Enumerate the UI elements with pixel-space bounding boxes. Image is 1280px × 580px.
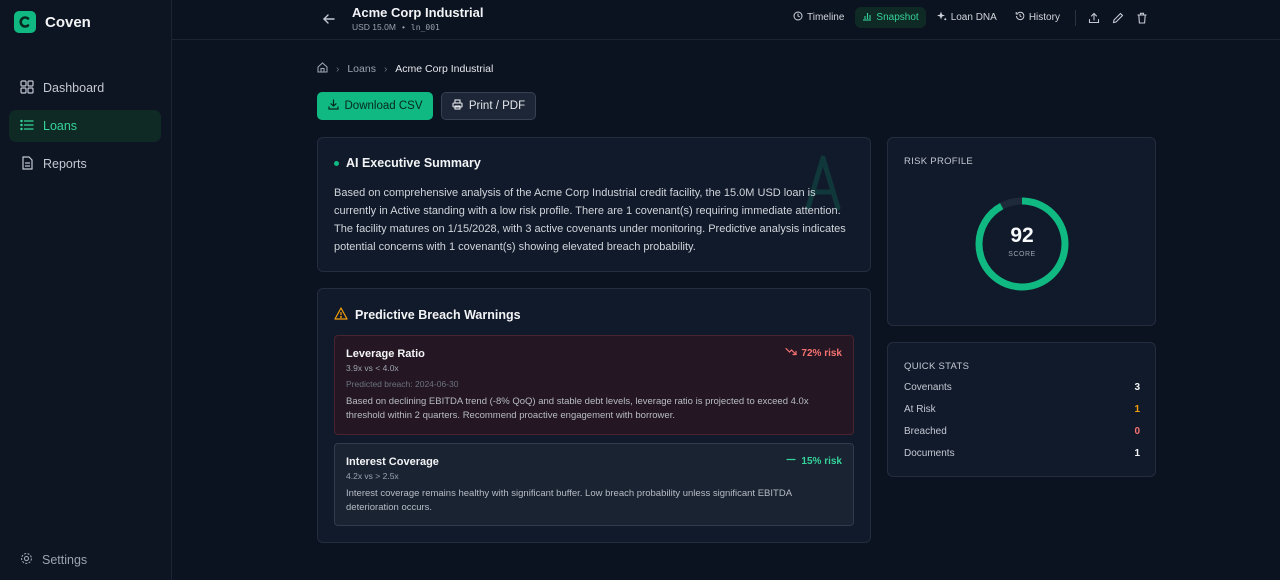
sidebar-item-label: Dashboard (43, 81, 105, 95)
sidebar-item-reports[interactable]: Reports (9, 148, 161, 180)
tab-snapshot[interactable]: Snapshot (855, 7, 926, 28)
status-dot-icon (334, 160, 339, 166)
risk-profile-label: RISK PROFILE (904, 156, 974, 167)
risk-percent: 15% risk (801, 455, 842, 467)
breach-warnings-card: Predictive Breach Warnings Leverage Rati… (317, 288, 871, 543)
sidebar-item-label: Reports (43, 157, 87, 171)
quick-stats-label: QUICK STATS (904, 361, 970, 372)
edit-icon[interactable] (1108, 8, 1128, 28)
minus-icon (785, 455, 797, 467)
tab-timeline[interactable]: Timeline (786, 7, 851, 28)
risk-badge: 15% risk (785, 455, 842, 467)
risk-percent: 72% risk (801, 347, 842, 359)
printer-icon (452, 99, 463, 113)
summary-text: Based on comprehensive analysis of the A… (334, 187, 846, 253)
brand[interactable]: Coven (14, 11, 91, 33)
risk-badge: 72% risk (785, 347, 842, 359)
download-csv-label: Download CSV (344, 100, 423, 112)
stat-label: At Risk (904, 404, 936, 415)
stat-label: Documents (904, 448, 955, 459)
covenant-name: Leverage Ratio (346, 348, 425, 360)
loan-amount: USD 15.0M (352, 22, 396, 32)
settings-label: Settings (42, 553, 88, 567)
risk-score-value: 92 (1010, 224, 1034, 247)
warning-description: Interest coverage remains healthy with s… (346, 488, 792, 513)
chevron-right-icon: › (383, 63, 388, 75)
stat-value: 3 (1134, 382, 1140, 393)
warning-description: Based on declining EBITDA trend (-8% QoQ… (346, 396, 809, 421)
tab-label: Timeline (807, 12, 845, 23)
sidebar-item-loans[interactable]: Loans (9, 110, 161, 142)
stat-value: 0 (1134, 426, 1140, 437)
ai-summary-card: AI Executive Summary Based on comprehens… (317, 137, 871, 272)
loan-meta: USD 15.0M • ln_001 (352, 22, 440, 32)
settings-link[interactable]: Settings (20, 552, 87, 568)
home-icon[interactable] (317, 62, 328, 76)
covenant-ratio: 3.9x vs < 4.0x (346, 363, 399, 373)
breadcrumb-loans[interactable]: Loans (347, 63, 376, 75)
tab-label: Snapshot (876, 12, 919, 23)
chevron-right-icon: › (336, 63, 340, 75)
toolbar-divider (1074, 9, 1076, 26)
stat-row-covenants: Covenants 3 (904, 382, 1140, 393)
stat-label: Covenants (904, 382, 952, 393)
sidebar-nav: Dashboard Loans Reports (9, 72, 161, 186)
summary-heading: AI Executive Summary (334, 156, 481, 170)
stat-row-breached: Breached 0 (904, 426, 1140, 437)
stat-row-at-risk: At Risk 1 (904, 404, 1140, 415)
warning-item-leverage-ratio[interactable]: Leverage Ratio 3.9x vs < 4.0x Predicted … (334, 335, 854, 435)
back-arrow-icon[interactable] (320, 10, 338, 28)
summary-title: AI Executive Summary (346, 156, 481, 170)
stat-value: 1 (1134, 448, 1140, 459)
sidebar: Coven Dashboard Loans Reports Settings (0, 0, 172, 580)
print-pdf-label: Print / PDF (468, 100, 526, 112)
trending-down-icon (785, 347, 798, 359)
coven-logo-icon (14, 11, 36, 33)
view-tabs: Timeline Snapshot Loan DNA History (786, 7, 1152, 28)
gear-icon (20, 552, 33, 568)
top-header: Acme Corp Industrial USD 15.0M • ln_001 … (172, 0, 1280, 40)
risk-profile-card: RISK PROFILE 92 SCORE (887, 137, 1156, 326)
tab-history[interactable]: History (1008, 7, 1067, 28)
tab-label: Loan DNA (950, 12, 997, 23)
stat-label: Breached (904, 426, 947, 437)
covenant-name: Interest Coverage (346, 456, 439, 468)
page-title: Acme Corp Industrial (352, 5, 484, 20)
grid-icon (20, 79, 34, 97)
warning-item-interest-coverage[interactable]: Interest Coverage 4.2x vs > 2.5x Interes… (334, 443, 854, 526)
meta-separator: • (401, 22, 405, 32)
trash-icon[interactable] (1132, 8, 1152, 28)
tab-loan-dna[interactable]: Loan DNA (930, 7, 1004, 28)
breadcrumb-current: Acme Corp Industrial (395, 63, 494, 75)
clock-icon (793, 11, 803, 24)
bar-chart-icon (862, 11, 872, 24)
risk-score-label: SCORE (1008, 251, 1036, 258)
app: Coven Dashboard Loans Reports Settings A… (0, 0, 1280, 580)
breadcrumb: › Loans › Acme Corp Industrial (317, 62, 493, 76)
stat-value: 1 (1134, 404, 1140, 415)
file-icon (20, 155, 34, 173)
list-icon (20, 118, 34, 135)
loan-id: ln_001 (410, 22, 440, 32)
print-pdf-button[interactable]: Print / PDF (441, 92, 536, 120)
brand-name: Coven (45, 13, 91, 31)
tab-label: History (1028, 12, 1060, 23)
download-csv-button[interactable]: Download CSV (317, 92, 433, 120)
covenant-ratio: 4.2x vs > 2.5x (346, 471, 399, 481)
sidebar-item-label: Loans (43, 119, 78, 133)
warning-triangle-icon (334, 307, 348, 323)
download-icon (327, 99, 339, 113)
share-icon[interactable] (1084, 8, 1104, 28)
sparkle-icon (936, 11, 947, 24)
warnings-heading: Predictive Breach Warnings (334, 307, 521, 323)
warnings-title: Predictive Breach Warnings (355, 308, 521, 322)
quick-stats-card: QUICK STATS Covenants 3 At Risk 1 Breach… (887, 342, 1156, 477)
predicted-breach-date: Predicted breach: 2024-06-30 (346, 379, 459, 389)
stat-row-documents: Documents 1 (904, 448, 1140, 459)
history-icon (1015, 11, 1025, 24)
sidebar-item-dashboard[interactable]: Dashboard (9, 72, 161, 104)
